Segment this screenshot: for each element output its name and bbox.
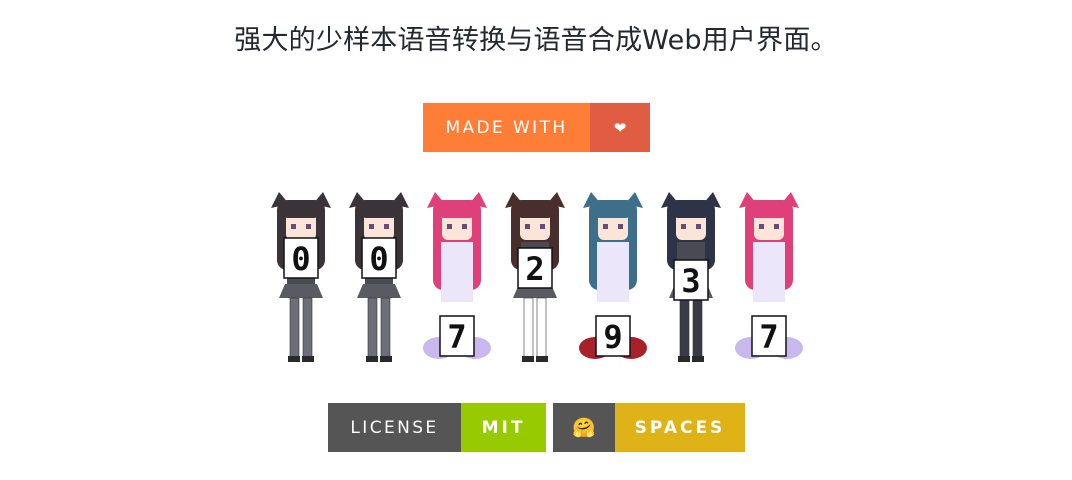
counter-figure: 7	[735, 192, 803, 359]
license-value: MIT	[461, 403, 546, 452]
counter-figure: 9	[579, 192, 647, 359]
counter-digit: 7	[759, 318, 778, 356]
page-title: 强大的少样本语音转换与语音合成Web用户界面。	[234, 25, 838, 56]
counter-digit: 7	[447, 318, 466, 356]
counter-figure: 3	[661, 192, 721, 362]
counter-figure: 7	[423, 192, 491, 359]
counter-figure: 2	[505, 192, 565, 362]
counter-digit: 9	[603, 318, 622, 356]
counter-digit: 3	[681, 262, 700, 300]
hugging-face-icon: 🤗	[553, 403, 615, 452]
license-badge[interactable]: LICENSE MIT	[328, 403, 546, 452]
counter-figure: 0	[271, 192, 331, 362]
counter-figure: 0	[349, 192, 409, 362]
counter-digit: 2	[525, 250, 544, 288]
spaces-value: SPACES	[615, 403, 745, 452]
spaces-badge[interactable]: 🤗 SPACES	[553, 403, 745, 452]
counter-digit: 0	[291, 240, 310, 278]
made-with-badge[interactable]: MADE WITH ❤	[423, 103, 650, 152]
heart-icon: ❤	[590, 103, 650, 152]
visitor-counter: 0 0 7 2 9 3 7	[271, 192, 803, 362]
made-with-label: MADE WITH	[423, 103, 590, 152]
counter-digit: 0	[369, 240, 388, 278]
license-label: LICENSE	[328, 403, 461, 452]
